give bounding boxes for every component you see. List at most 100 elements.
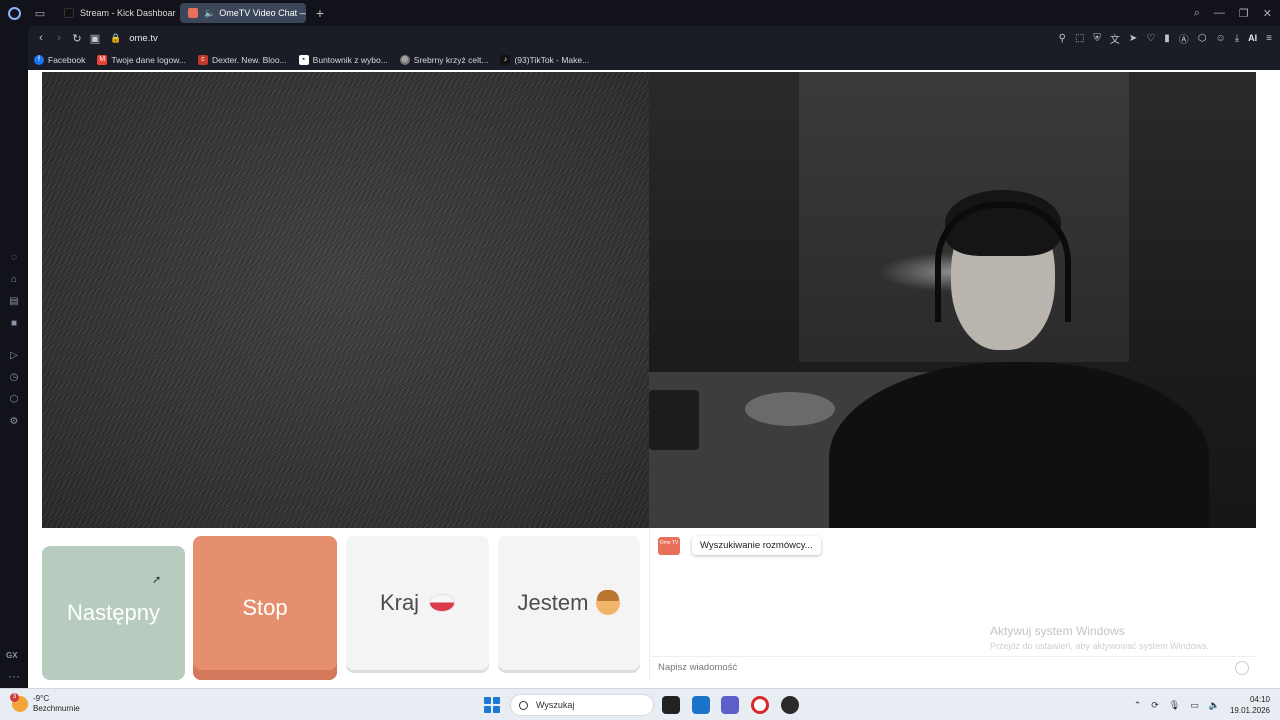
outlook-icon[interactable] [692,696,710,714]
tab-ometv[interactable]: 🔈 OmeTV Video Chat — [180,3,306,23]
reload-button[interactable]: ↻ [68,26,86,50]
tab-label: OmeTV Video Chat — [219,8,306,18]
speaker-icon[interactable]: 🔈 [204,8,215,19]
forward-button[interactable]: › [50,26,68,50]
bookmark-srebrny[interactable]: ◎ Srebrny krzyż celt... [399,55,489,65]
volume-icon[interactable]: 🔈 [1209,700,1220,711]
clock[interactable]: 04:10 19.01.2026 [1230,694,1270,716]
taskbar-search[interactable]: Wyszukaj [510,694,654,716]
player-icon[interactable]: ▷ [8,350,20,362]
new-tab-button[interactable]: + [310,3,330,23]
lock-icon[interactable]: 🔒 [110,33,121,44]
more-icon[interactable]: ··· [8,669,20,683]
kick-favicon-icon [64,8,74,18]
weather-description: Bezchmurnie [33,704,80,713]
clock-date: 19.01.2026 [1229,706,1270,715]
bookmark-label: (93)TikTok - Make... [514,55,590,65]
download-icon[interactable]: ⤓ [1235,33,1239,44]
translate-icon[interactable]: 文 [1110,31,1120,46]
puzzle-icon[interactable]: ⬡ [1198,33,1207,44]
mouse-cursor-icon: ➚ [152,574,162,586]
bookmark-dexter[interactable]: c Dexter. New. Bloo... [198,55,287,65]
bookmark-label: Srebrny krzyż celt... [413,55,489,65]
poland-flag-icon [429,594,456,612]
temperature: -9°C [33,694,50,703]
microphone-icon[interactable]: 🎙 [1169,700,1180,711]
browser-tab-strip: ▭ Stream - Kick Dashboard 🔈 OmeTV Video … [0,0,1280,26]
file-explorer-icon[interactable] [662,696,680,714]
chat-message-input[interactable] [658,662,1198,673]
opera-sidebar: ◌ ⌂ ▤ ■ ▷ ◷ ⬡ ⚙ GX ··· [0,26,28,688]
gx-label[interactable]: GX [6,651,18,660]
workspace-icon[interactable]: ▤ [8,296,20,308]
country-label: Kraj [379,590,420,615]
ometv-favicon-icon [188,8,198,18]
taskbar-search-placeholder: Wyszukaj [536,700,575,710]
gmail-icon: M [97,55,108,65]
bookmark-tiktok[interactable]: ♪ (93)TikTok - Make... [500,55,589,65]
chat-status-message: Wyszukiwanie rozmówcy... [692,536,821,555]
restore-icon[interactable]: ❐ [1239,7,1249,20]
settings-gear-icon[interactable]: ⚙ [8,416,20,428]
heart-icon[interactable]: ♡ [1146,33,1155,44]
ometv-page: Następny Stop Kraj Jestem ➚ Ome TV Wyszu… [28,70,1280,688]
shield-icon[interactable]: ⛨ [1093,33,1101,44]
page-icon: ▪ [298,55,309,65]
address-bar: ‹ › ↻ ▣ 🔒 ome.tv ⚲ ⬚ ⛨ 文 ➤ ♡ ▮ Ⓐ ⬡ ☺ ⤓ A… [28,26,1280,50]
windows-activation-subtitle: Przejdź do ustawień, aby aktywować syste… [990,641,1210,651]
next-button[interactable]: Następny [42,546,185,680]
close-icon[interactable]: ✕ [1263,7,1272,20]
stop-button[interactable]: Stop [193,536,337,680]
profile-icon[interactable]: ☺ [1216,33,1226,44]
weather-widget[interactable]: 3 -9°C Bezchmurnie [10,693,80,714]
teams-icon[interactable] [721,696,739,714]
emoji-picker-icon[interactable] [1235,661,1249,675]
bookmark-label: Facebook [48,55,86,65]
send-icon[interactable]: ➤ [1129,33,1137,44]
display-icon[interactable]: ▭ [1190,700,1199,711]
bookmark-gmail[interactable]: M Twoje dane logow... [97,55,186,65]
opera-taskbar-icon[interactable] [751,696,769,714]
ai-button[interactable]: AI [1248,33,1257,43]
windows-activation-title: Aktywuj system Windows [990,624,1125,638]
bookmark-buntownik[interactable]: ▪ Buntownik z wybo... [298,55,388,65]
bookmark-label: Buntownik z wybo... [312,55,388,65]
menu-icon[interactable]: ≡ [1266,33,1272,44]
extension-a-icon[interactable]: Ⓐ [1179,31,1189,46]
aria-icon[interactable]: ◌ [8,252,20,264]
gender-button[interactable]: Jestem [498,536,640,670]
tab-list-icon[interactable]: ▭ [28,0,52,26]
country-button[interactable]: Kraj [346,536,489,670]
back-button[interactable]: ‹ [32,26,50,50]
camera-icon[interactable]: ▣ [86,26,104,50]
url-field[interactable]: ome.tv [129,33,158,44]
opera-gx-taskbar-icon[interactable] [781,696,799,714]
search-icon [519,700,528,710]
extension-icon[interactable]: ⬡ [8,394,20,406]
facebook-icon: f [34,55,44,65]
bookmark-facebook[interactable]: f Facebook [34,55,85,65]
search-tabs-icon[interactable]: ⌕ [1194,7,1200,20]
pin-icon[interactable]: ⚲ [1059,33,1066,44]
windows-start-icon[interactable] [484,697,500,713]
stranger-video-static [42,72,650,528]
history-icon[interactable]: ◷ [8,372,20,384]
bookmark-label: Dexter. New. Bloo... [212,55,287,65]
weather-sun-icon: 3 [10,693,28,712]
opera-menu-icon[interactable] [0,0,28,26]
snapshot-icon[interactable]: ⬚ [1075,33,1084,44]
messenger-icon[interactable]: ■ [8,318,20,330]
sync-icon[interactable]: ⟳ [1151,700,1159,711]
chat-panel: Ome TV Wyszukiwanie rozmówcy... Aktywuj … [649,528,1257,680]
tab-kick-dashboard[interactable]: Stream - Kick Dashboard [56,3,176,23]
tiktok-icon: ♪ [500,55,511,65]
gender-label: Jestem [517,590,589,615]
bookmarks-bar: f Facebook M Twoje dane logow... c Dexte… [28,50,1280,70]
tab-label: Stream - Kick Dashboard [80,8,176,18]
minimize-icon[interactable]: — [1214,7,1225,19]
extensions-sidebar-icon[interactable]: ⌂ [8,274,20,286]
windows-taskbar: 3 -9°C Bezchmurnie Wyszukaj ⌃ ⟳ 🎙 ▭ 🔈 04… [0,688,1280,720]
vpn-icon[interactable]: ▮ [1164,33,1170,44]
cda-icon: c [198,55,209,65]
chevron-up-icon[interactable]: ⌃ [1134,700,1142,711]
